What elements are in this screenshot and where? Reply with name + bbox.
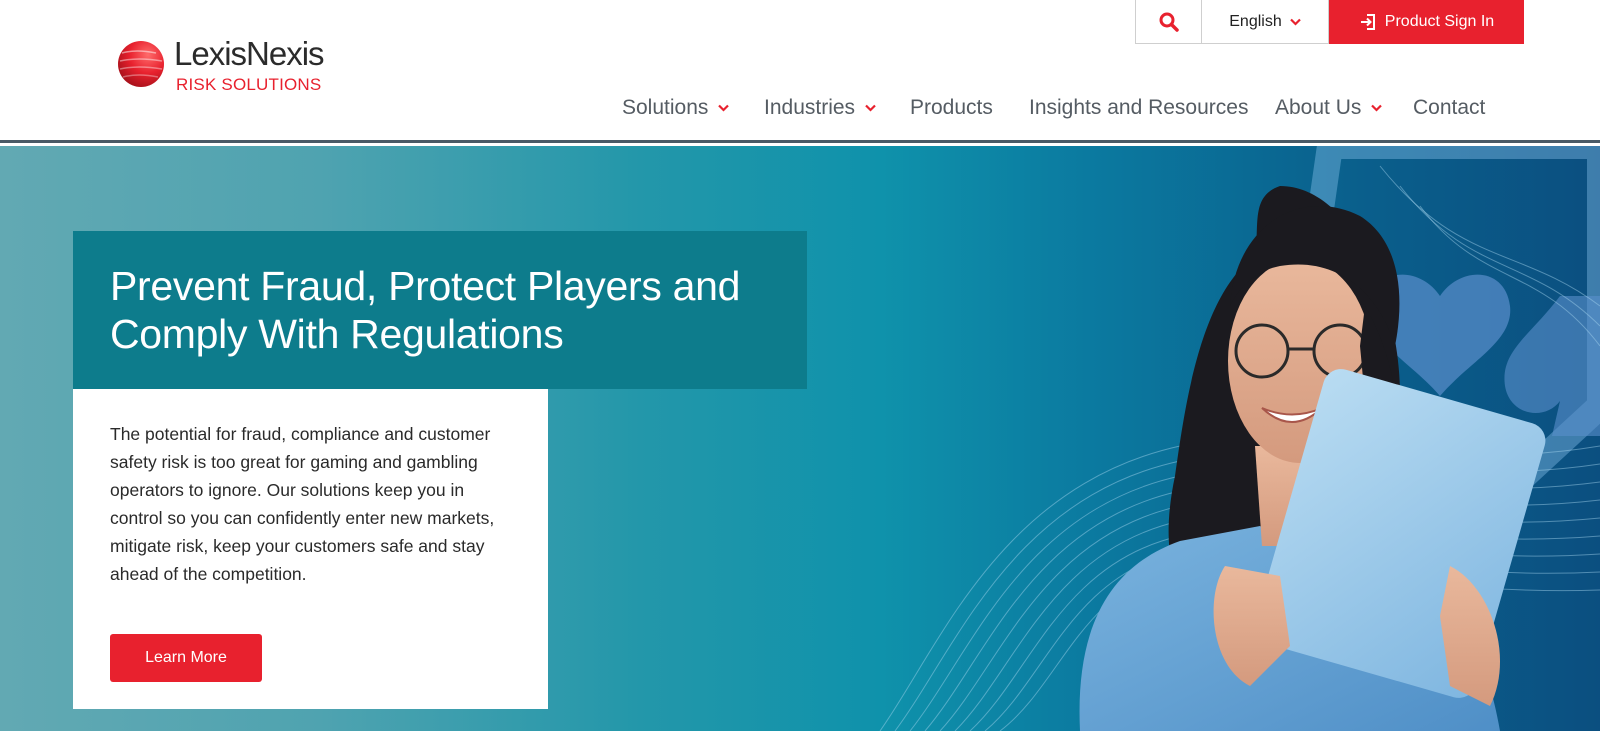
hero-headline: Prevent Fraud, Protect Players and Compl… xyxy=(110,263,741,357)
logo-subtitle: RISK SOLUTIONS xyxy=(176,75,322,94)
nav-item-contact[interactable]: Contact xyxy=(1413,96,1485,120)
nav-label: About Us xyxy=(1275,96,1362,119)
nav-item-insights[interactable]: Insights and Resources xyxy=(1029,96,1248,120)
sign-in-icon xyxy=(1360,14,1375,30)
site-header: LexisNexis RISK SOLUTIONS English Produc… xyxy=(0,0,1600,143)
logo-sphere-icon xyxy=(118,41,164,87)
sign-in-label: Product Sign In xyxy=(1384,13,1495,30)
learn-more-button[interactable]: Learn More xyxy=(110,634,262,682)
language-label: English xyxy=(1229,12,1282,30)
nav-label: Insights and Resources xyxy=(1029,96,1249,119)
chevron-down-icon xyxy=(1371,104,1383,112)
hero-body-text: The potential for fraud, compliance and … xyxy=(110,424,495,584)
hero-body-panel: The potential for fraud, compliance and … xyxy=(73,389,548,709)
hero-banner: Prevent Fraud, Protect Players and Compl… xyxy=(0,146,1600,731)
headline-panel: Prevent Fraud, Protect Players and Compl… xyxy=(73,231,807,389)
nav-item-about-us[interactable]: About Us xyxy=(1275,96,1383,120)
woman-with-tablet-photo xyxy=(1079,186,1546,731)
language-selector[interactable]: English xyxy=(1202,0,1329,44)
utility-bar: English Product Sign In xyxy=(1135,0,1524,44)
nav-label: Products xyxy=(910,96,993,119)
chevron-down-icon xyxy=(865,104,876,112)
chevron-down-icon xyxy=(1289,18,1301,26)
product-sign-in-button[interactable]: Product Sign In xyxy=(1329,0,1524,44)
nav-label: Contact xyxy=(1413,96,1486,119)
nav-label: Industries xyxy=(764,96,856,119)
search-button[interactable] xyxy=(1135,0,1202,44)
nav-item-products[interactable]: Products xyxy=(910,96,993,120)
search-icon xyxy=(1159,12,1179,32)
spade-suit-graphic xyxy=(1504,296,1600,436)
lexisnexis-logo[interactable]: LexisNexis RISK SOLUTIONS xyxy=(116,35,376,97)
logo-name: LexisNexis xyxy=(174,35,325,72)
nav-label: Solutions xyxy=(622,96,709,119)
chevron-down-icon xyxy=(718,104,730,112)
nav-item-solutions[interactable]: Solutions xyxy=(622,96,730,120)
nav-item-industries[interactable]: Industries xyxy=(764,96,876,120)
